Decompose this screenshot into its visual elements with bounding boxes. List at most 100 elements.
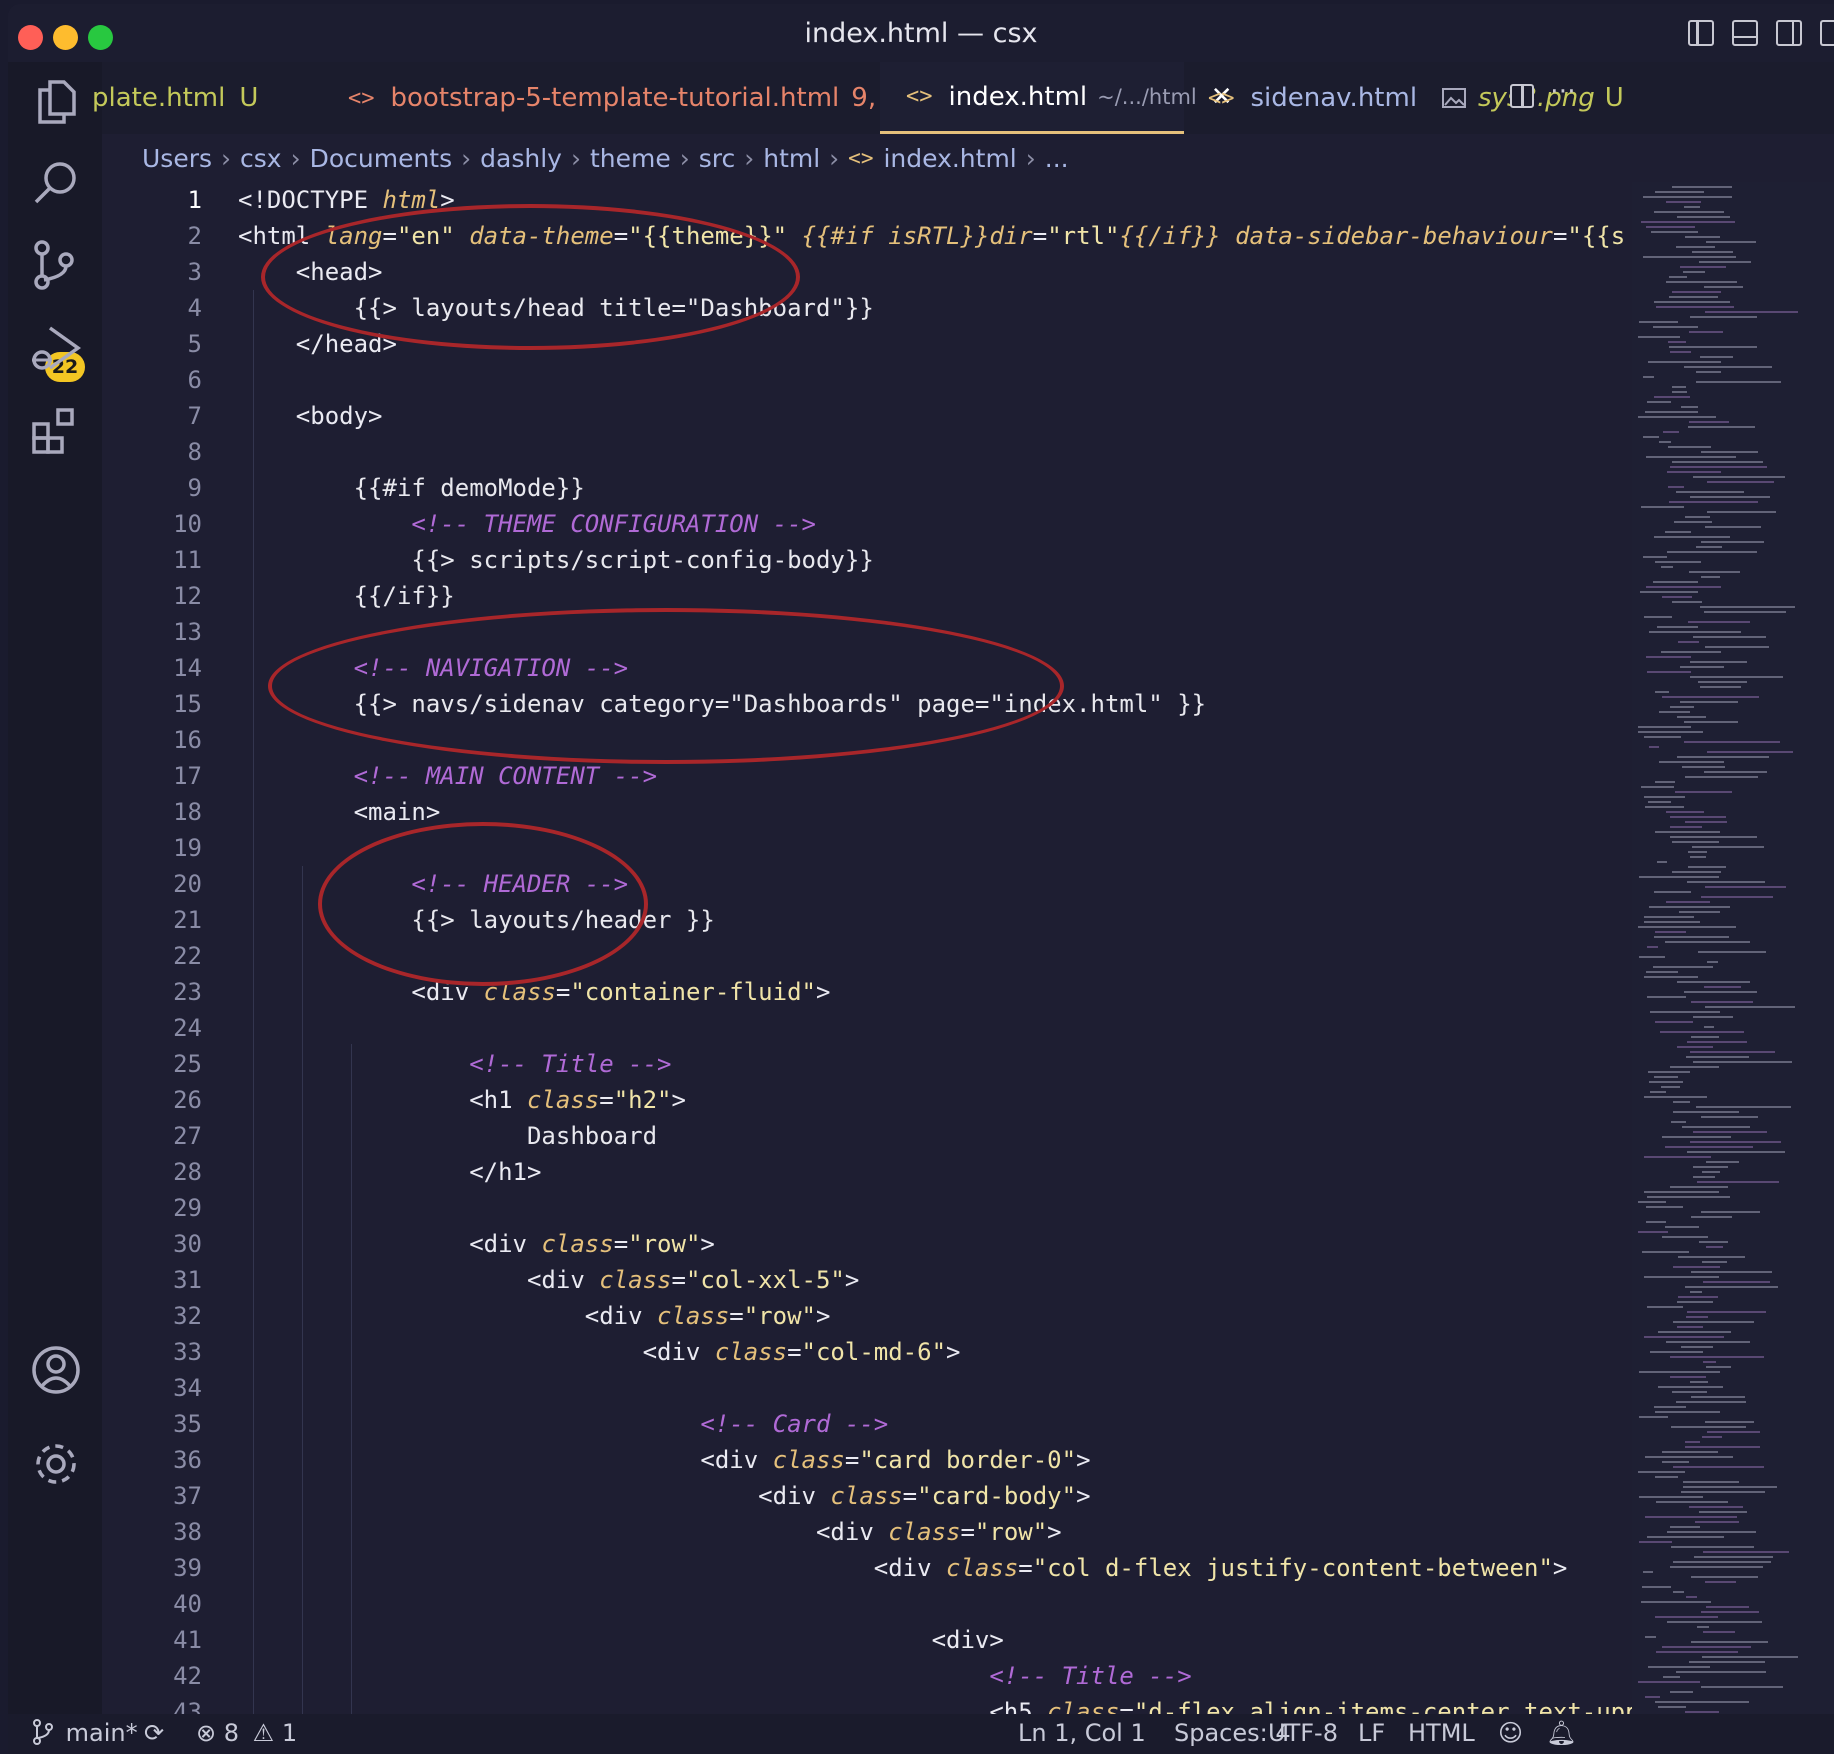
line-number: 12 bbox=[173, 582, 202, 610]
breadcrumb-item[interactable]: csx bbox=[240, 144, 282, 173]
breadcrumb-item[interactable]: Users bbox=[142, 144, 212, 173]
source-control-icon[interactable] bbox=[28, 238, 84, 294]
tab-label: sidenav.html bbox=[1250, 83, 1418, 113]
feedback-icon[interactable]: ☺ bbox=[1498, 1719, 1523, 1747]
notifications-bell-icon[interactable]: 🔔︎ bbox=[1546, 1719, 1576, 1747]
customize-layout-icon[interactable] bbox=[1820, 20, 1834, 46]
tab-status: U bbox=[239, 83, 259, 113]
code-line: {{/if}} bbox=[238, 582, 455, 610]
chevron-right-icon: › bbox=[1025, 143, 1036, 173]
account-icon[interactable] bbox=[28, 1342, 84, 1398]
code-line: <div class="row"> bbox=[238, 1230, 715, 1258]
line-number: 26 bbox=[173, 1086, 202, 1114]
line-number: 3 bbox=[187, 258, 202, 286]
code-line: Dashboard bbox=[238, 1122, 658, 1150]
chevron-right-icon: › bbox=[744, 143, 755, 173]
tab-bootstrap-template[interactable]: <> bootstrap-5-template-tutorial.html 9,… bbox=[348, 62, 903, 134]
breadcrumb-item[interactable]: html bbox=[763, 144, 820, 173]
line-number: 4 bbox=[187, 294, 202, 322]
more-actions-icon[interactable]: ⋯ bbox=[1550, 76, 1576, 106]
code-line: {{> scripts/script-config-body}} bbox=[238, 546, 874, 574]
editor-window: index.html — csx 22 plate.html U <> boot… bbox=[8, 4, 1834, 1754]
breadcrumb: Users › csx › Documents › dashly › theme › sr… bbox=[102, 134, 1834, 182]
toggle-primary-sidebar-icon[interactable] bbox=[1688, 20, 1714, 46]
tab-sidenav-html[interactable]: <> sidenav.html bbox=[1208, 62, 1417, 134]
line-number: 15 bbox=[173, 690, 202, 718]
breadcrumb-item[interactable]: theme bbox=[590, 144, 671, 173]
breadcrumb-item[interactable]: dashly bbox=[480, 144, 562, 173]
line-number: 16 bbox=[173, 726, 202, 754]
line-number: 24 bbox=[173, 1014, 202, 1042]
tab-label: plate.html bbox=[92, 83, 226, 113]
line-number: 25 bbox=[173, 1050, 202, 1078]
code-line: <!-- Title --> bbox=[989, 1662, 1192, 1690]
eol-setting[interactable]: LF bbox=[1358, 1719, 1385, 1747]
line-number: 32 bbox=[173, 1302, 202, 1330]
tab-index-html[interactable]: <> index.html ~/.../html ✕ bbox=[880, 62, 1233, 134]
problems-indicator[interactable]: ⊗ 8 ⚠ 1 bbox=[196, 1719, 297, 1747]
code-line: <head> bbox=[238, 258, 383, 286]
tab-status: U bbox=[1604, 83, 1624, 113]
search-icon[interactable] bbox=[28, 156, 84, 212]
tab-plate-html[interactable]: plate.html U bbox=[92, 62, 258, 134]
cursor-position[interactable]: Ln 1, Col 1 bbox=[1018, 1719, 1146, 1747]
code-line: <div> bbox=[238, 1626, 1004, 1654]
code-line: <!-- NAVIGATION --> bbox=[353, 654, 629, 682]
code-line: <!-- THEME CONFIGURATION --> bbox=[411, 510, 816, 538]
line-number: 39 bbox=[173, 1554, 202, 1582]
files-icon[interactable] bbox=[28, 74, 84, 130]
toggle-secondary-sidebar-icon[interactable] bbox=[1776, 20, 1802, 46]
title-bar: index.html — csx bbox=[8, 4, 1834, 62]
line-number-gutter: 1 2 3 4 5 6 7 8 9 10 11 12 13 14 15 16 17 18 19 20 21 22 23 24 2… bbox=[102, 182, 202, 1714]
html-file-icon: <> bbox=[848, 146, 874, 170]
code-content[interactable]: <!DOCTYPE html> <html lang="en" data-them… bbox=[238, 182, 1632, 1714]
breadcrumb-item[interactable]: index.html bbox=[883, 144, 1016, 173]
line-number: 13 bbox=[173, 618, 202, 646]
breadcrumb-item[interactable]: Documents bbox=[310, 144, 453, 173]
run-debug-icon[interactable] bbox=[28, 320, 84, 376]
chevron-right-icon: › bbox=[679, 143, 690, 173]
line-number: 38 bbox=[173, 1518, 202, 1546]
line-number: 7 bbox=[187, 402, 202, 430]
branch-indicator[interactable]: main* bbox=[32, 1719, 138, 1747]
line-number: 22 bbox=[173, 942, 202, 970]
tab-label: sys3.png bbox=[1478, 83, 1595, 113]
code-line: <div class="col d-flex justify-content-b… bbox=[238, 1554, 1568, 1582]
html-file-icon: <> bbox=[906, 84, 933, 109]
warning-count: 1 bbox=[281, 1719, 298, 1747]
html-file-icon: <> bbox=[348, 85, 375, 111]
line-number: 5 bbox=[187, 330, 202, 358]
git-branch-icon bbox=[33, 1719, 53, 1745]
encoding-setting[interactable]: UTF-8 bbox=[1268, 1719, 1338, 1747]
code-line: <div class="col-xxl-5"> bbox=[238, 1266, 860, 1294]
toggle-panel-icon[interactable] bbox=[1732, 20, 1758, 46]
minimap[interactable] bbox=[1632, 182, 1834, 1714]
line-number: 11 bbox=[173, 546, 202, 574]
code-line: <div class="col-md-6"> bbox=[238, 1338, 961, 1366]
line-number: 8 bbox=[187, 438, 202, 466]
code-line: <main> bbox=[238, 798, 441, 826]
code-line: <div class="card-body"> bbox=[238, 1482, 1091, 1510]
code-editor[interactable]: 1 2 3 4 5 6 7 8 9 10 11 12 13 14 15 16 17 18 19 20 21 22 23 24 2… bbox=[102, 182, 1632, 1714]
line-number: 1 bbox=[187, 186, 202, 214]
code-line: <div class="card border-0"> bbox=[238, 1446, 1091, 1474]
code-line: <html lang="en" data-theme="{{theme}}" {… bbox=[238, 222, 1626, 250]
breadcrumb-item[interactable]: ... bbox=[1045, 144, 1069, 173]
breadcrumb-item[interactable]: src bbox=[699, 144, 736, 173]
line-number: 30 bbox=[173, 1230, 202, 1258]
line-number: 19 bbox=[173, 834, 202, 862]
line-number: 34 bbox=[173, 1374, 202, 1402]
language-mode[interactable]: HTML bbox=[1408, 1719, 1475, 1747]
settings-gear-icon[interactable] bbox=[28, 1436, 84, 1492]
split-editor-icon[interactable] bbox=[1510, 84, 1534, 108]
extensions-icon[interactable] bbox=[28, 402, 84, 458]
line-number: 28 bbox=[173, 1158, 202, 1186]
line-number: 37 bbox=[173, 1482, 202, 1510]
sync-icon[interactable]: ⟳ bbox=[144, 1719, 164, 1747]
line-number: 29 bbox=[173, 1194, 202, 1222]
line-number: 43 bbox=[173, 1698, 202, 1714]
